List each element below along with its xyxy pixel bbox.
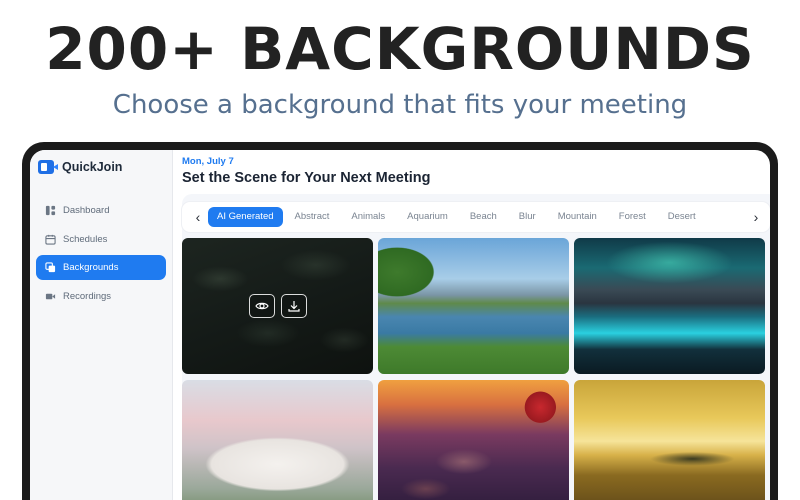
background-tile[interactable] — [574, 380, 765, 500]
sidebar-item-label: Dashboard — [63, 205, 110, 216]
category-list: AI Generated Abstract Animals Aquarium B… — [208, 202, 748, 232]
category-tab-aquarium[interactable]: Aquarium — [397, 207, 458, 227]
hero-headline: 200+ BACKGROUNDS — [45, 15, 755, 83]
backgrounds-icon — [45, 262, 56, 273]
background-grid — [182, 238, 770, 500]
category-tab-ai-generated[interactable]: AI Generated — [208, 207, 283, 227]
quickjoin-logo-icon — [38, 160, 54, 174]
background-tile[interactable] — [574, 238, 765, 374]
category-tab-animals[interactable]: Animals — [341, 207, 395, 227]
sidebar-item-backgrounds[interactable]: Backgrounds — [36, 255, 166, 281]
brand[interactable]: QuickJoin — [38, 158, 122, 176]
background-tile[interactable] — [378, 238, 569, 374]
download-icon[interactable] — [280, 294, 307, 318]
main-content: Mon, July 7 Set the Scene for Your Next … — [173, 150, 770, 500]
tile-actions — [248, 294, 307, 318]
category-tab-abstract[interactable]: Abstract — [285, 207, 340, 227]
sidebar-nav: Dashboard Schedules Backgrounds Recordin… — [36, 198, 166, 312]
sidebar-item-label: Recordings — [63, 290, 112, 302]
sidebar: QuickJoin Dashboard Schedules Background… — [30, 150, 173, 500]
hero-subheadline: Choose a background that fits your meeti… — [112, 90, 688, 120]
background-tile[interactable] — [378, 380, 569, 500]
sidebar-item-label: Backgrounds — [63, 262, 119, 274]
category-tab-beach[interactable]: Beach — [460, 207, 507, 227]
chevron-right-icon[interactable]: › — [746, 207, 766, 227]
calendar-icon — [45, 234, 56, 245]
current-date: Mon, July 7 — [182, 156, 234, 167]
preview-icon[interactable] — [248, 294, 275, 318]
category-tab-desert[interactable]: Desert — [658, 207, 706, 227]
background-tile[interactable] — [182, 238, 373, 374]
category-tab-forest[interactable]: Forest — [609, 207, 656, 227]
backgrounds-panel: ‹ AI Generated Abstract Animals Aquarium… — [182, 194, 770, 500]
category-tab-blur[interactable]: Blur — [509, 207, 546, 227]
sidebar-item-label: Schedules — [63, 233, 108, 245]
device-frame: QuickJoin Dashboard Schedules Background… — [22, 142, 778, 500]
sidebar-item-schedules[interactable]: Schedules — [36, 227, 166, 252]
dashboard-icon — [45, 205, 56, 216]
sidebar-item-dashboard[interactable]: Dashboard — [36, 198, 166, 223]
category-tab-mountain[interactable]: Mountain — [548, 207, 607, 227]
page-title: Set the Scene for Your Next Meeting — [182, 170, 431, 186]
category-bar: ‹ AI Generated Abstract Animals Aquarium… — [182, 202, 770, 232]
app-name: QuickJoin — [62, 160, 123, 174]
app-window: QuickJoin Dashboard Schedules Background… — [30, 150, 770, 500]
video-camera-icon — [45, 291, 56, 302]
sidebar-item-recordings[interactable]: Recordings — [36, 284, 166, 309]
chevron-left-icon[interactable]: ‹ — [188, 207, 208, 227]
background-tile[interactable] — [182, 380, 373, 500]
